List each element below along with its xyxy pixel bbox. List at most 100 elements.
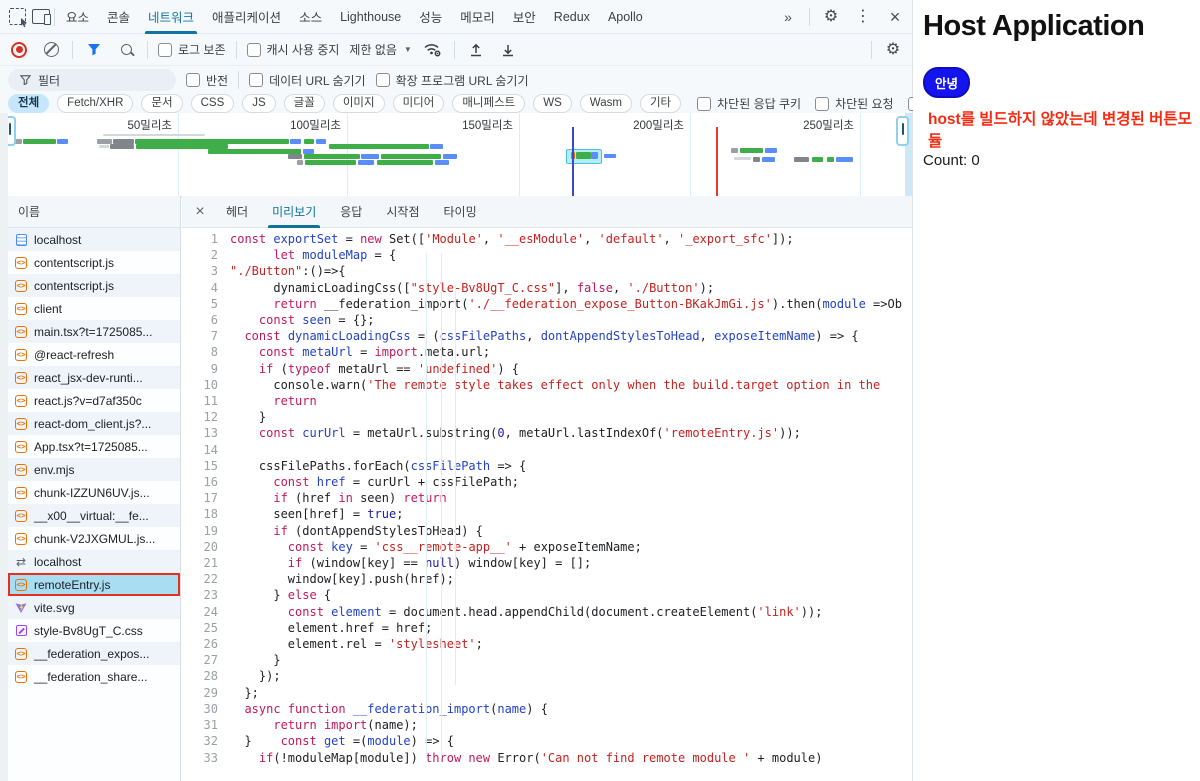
detail-tab-미리보기[interactable]: 미리보기 [260,196,328,228]
request-row-remoteEntry.js[interactable]: <>remoteEntry.js [8,573,180,596]
line-number: 19 [182,523,230,539]
request-row-react-dom_client.js_...[interactable]: <>react-dom_client.js?... [8,412,180,435]
search-icon[interactable] [115,39,137,61]
resource-chip-문서[interactable]: 문서 [141,94,182,113]
request-row-__federation_share...[interactable]: <>__federation_share... [8,665,180,688]
request-table-header[interactable]: 이름 [8,196,181,228]
request-row-_react-refresh[interactable]: <>@react-refresh [8,343,180,366]
resource-chip-Fetch/XHR[interactable]: Fetch/XHR [57,94,133,113]
devtools-tab-애플리케이션[interactable]: 애플리케이션 [203,0,290,34]
detail-tab-시작점[interactable]: 시작점 [374,196,431,228]
script-file-icon: <> [15,257,27,269]
invert-checkbox[interactable]: 반전 [186,72,228,89]
line-number: 12 [182,409,230,425]
request-row-chunk-V2JXGMUL.js...[interactable]: <>chunk-V2JXGMUL.js... [8,527,180,550]
request-name: localhost [34,233,81,247]
devtools-tab-네트워크[interactable]: 네트워크 [139,0,203,34]
filter-icon[interactable] [83,39,105,61]
devtools-tab-보안[interactable]: 보안 [504,0,545,34]
resource-chip-글꼴[interactable]: 글꼴 [284,94,325,113]
hide-data-urls-checkbox[interactable]: 데이터 URL 숨기기 [249,72,365,89]
detail-tab-응답[interactable]: 응답 [328,196,374,228]
request-row-style-Bv8UgT_C.css[interactable]: style-Bv8UgT_C.css [8,619,180,642]
resource-chip-JS[interactable]: JS [242,94,275,113]
devtools-close-icon[interactable]: × [884,6,906,28]
request-row-__federation_expos...[interactable]: <>__federation_expos... [8,642,180,665]
devtools-tab-메모리[interactable]: 메모리 [451,0,504,34]
inspect-element-icon[interactable] [6,6,28,28]
request-row-vite.svg[interactable]: vite.svg [8,596,180,619]
request-name: contentscript.js [34,279,114,293]
line-number: 1 [182,231,230,247]
line-content: async function __federation_import(name)… [230,701,912,717]
detail-tab-헤더[interactable]: 헤더 [214,196,260,228]
request-row-contentscript.js[interactable]: <>contentscript.js [8,251,180,274]
request-row-react_jsx-dev-runti...[interactable]: <>react_jsx-dev-runti... [8,366,180,389]
resource-chip-매니페스트[interactable]: 매니페스트 [452,94,525,113]
divider [238,71,239,89]
resource-chip-이미지[interactable]: 이미지 [333,94,385,113]
page-title: Host Application [923,10,1200,43]
devtools-panel: 요소콘솔네트워크애플리케이션소스Lighthouse성능메모리보안ReduxAp… [0,0,913,781]
devtools-tab-Redux[interactable]: Redux [545,0,599,34]
resource-chip-기타[interactable]: 기타 [640,94,681,113]
preserve-log-checkbox[interactable]: 로그 보존 [158,41,226,58]
line-content: if (window[key] == null) window[key] = [… [230,555,912,571]
detail-tab-타이밍[interactable]: 타이밍 [431,196,488,228]
line-number: 9 [182,361,230,377]
resource-chip-WS[interactable]: WS [533,94,572,113]
more-tabs-icon[interactable]: » [777,6,799,28]
request-row-App.tsx_t_1725085...[interactable]: <>App.tsx?t=1725085... [8,435,180,458]
resource-chip-Wasm[interactable]: Wasm [580,94,632,113]
resource-chip-전체[interactable]: 전체 [8,94,49,113]
devtools-tab-소스[interactable]: 소스 [290,0,331,34]
chip-checkbox[interactable]: 차단된 응답 쿠키 [697,95,801,112]
hello-button[interactable]: 안녕 [923,67,970,98]
request-row-localhost[interactable]: localhost [8,228,180,251]
filter-input[interactable]: 필터 [8,69,176,91]
code-line: 15 cssFilePaths.forEach(cssFilePath => { [182,458,912,474]
close-detail-icon[interactable]: × [186,196,214,228]
code-line: 29 }; [182,685,912,701]
devtools-tab-성능[interactable]: 성능 [410,0,451,34]
network-settings-icon[interactable]: ⚙ [882,39,904,61]
devtools-tab-Apollo[interactable]: Apollo [599,0,652,34]
record-network-log-icon[interactable] [8,39,30,61]
waterfall-bar [358,160,374,165]
chip-checkbox[interactable]: 차단된 요청 [815,95,894,112]
devtools-menu-icon[interactable]: ⋮ [852,6,874,28]
request-row-react.js_v_d7af350c[interactable]: <>react.js?v=d7af350c [8,389,180,412]
request-row-env.mjs[interactable]: <>env.mjs [8,458,180,481]
code-line: 32 } const get =(module) => { [182,733,912,749]
devtools-tab-Lighthouse[interactable]: Lighthouse [331,0,410,34]
resource-chip-CSS[interactable]: CSS [191,94,235,113]
script-file-icon: <> [15,510,27,522]
export-har-icon[interactable] [497,39,519,61]
devtools-tab-콘솔[interactable]: 콘솔 [98,0,139,34]
request-row-localhost[interactable]: ⇄localhost [8,550,180,573]
overview-right-handle[interactable] [896,116,909,146]
hide-extension-urls-checkbox[interactable]: 확장 프로그램 URL 숨기기 [376,72,529,89]
line-number: 23 [182,587,230,603]
overview-gridline [519,113,520,196]
request-row-client[interactable]: <>client [8,297,180,320]
line-number: 28 [182,668,230,684]
waterfall-bar [765,148,777,153]
code-line: 10 console.warn('The remote style takes … [182,377,912,393]
request-row-contentscript.js[interactable]: <>contentscript.js [8,274,180,297]
request-row-chunk-IZZUN6UV.js...[interactable]: <>chunk-IZZUN6UV.js... [8,481,180,504]
preview-code-pane[interactable]: 1const exportSet = new Set(['Module', '_… [182,228,912,781]
clear-network-log-icon[interactable] [40,39,62,61]
devtools-tab-요소[interactable]: 요소 [57,0,98,34]
request-row-main.tsx_t_1725085...[interactable]: <>main.tsx?t=1725085... [8,320,180,343]
resource-chip-미디어[interactable]: 미디어 [393,94,445,113]
request-row-__x00__virtual___fe...[interactable]: <>__x00__virtual:__fe... [8,504,180,527]
throttling-select[interactable]: 제한 없음 ▼ [349,41,411,58]
device-toolbar-icon[interactable] [30,6,52,28]
request-name: chunk-V2JXGMUL.js... [34,532,155,546]
code-line: 26 element.rel = 'stylesheet'; [182,636,912,652]
devtools-settings-icon[interactable]: ⚙ [820,6,842,28]
network-conditions-icon[interactable] [422,39,444,61]
disable-cache-checkbox[interactable]: 캐시 사용 중지 [247,41,340,58]
import-har-icon[interactable] [465,39,487,61]
